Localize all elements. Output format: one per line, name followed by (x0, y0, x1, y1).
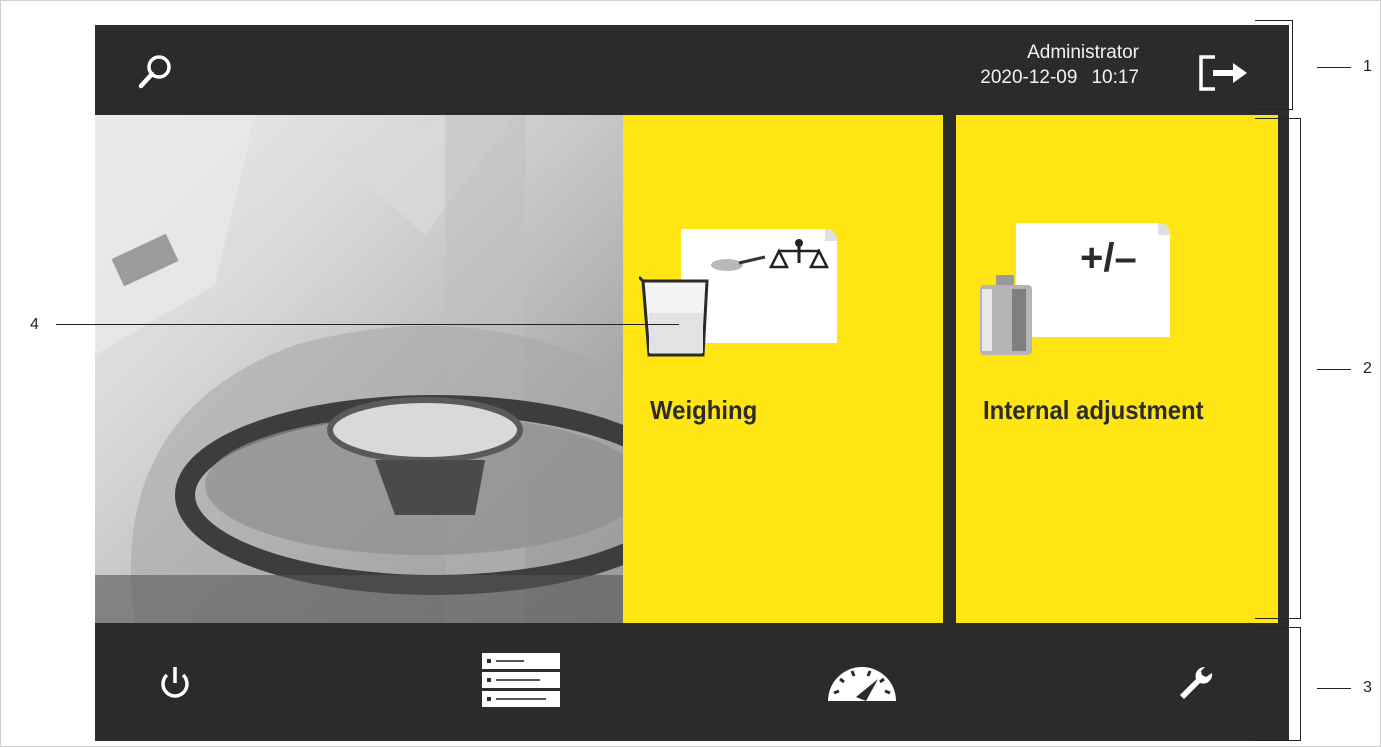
bracket-2-top (1255, 118, 1301, 119)
current-time: 10:17 (1091, 67, 1139, 88)
current-date: 2020-12-09 (980, 67, 1078, 88)
bracket-2-side (1300, 118, 1301, 618)
callout-3-line (1317, 688, 1351, 689)
internal-adjustment-icon: +/– (980, 223, 1170, 355)
bracket-1-side (1292, 20, 1293, 110)
plus-minus-text: +/– (1080, 236, 1137, 280)
bracket-1-bottom (1255, 109, 1293, 110)
user-info: Administrator 2020-12-09 10:17 (980, 41, 1139, 91)
settings-button[interactable] (1175, 663, 1215, 703)
bracket-3-bottom (1255, 740, 1301, 741)
weighing-icon (639, 229, 837, 357)
logout-icon (1199, 55, 1247, 91)
bracket-3-top (1255, 627, 1301, 628)
search-icon (138, 55, 171, 89)
bottom-bar (95, 623, 1289, 741)
balance-screen: Administrator 2020-12-09 10:17 Weighing … (95, 25, 1289, 741)
callout-2: 2 (1363, 360, 1372, 377)
callout-4: 4 (30, 316, 39, 333)
bracket-2-bottom (1255, 618, 1301, 619)
tile-internal-adjustment[interactable]: +/– Internal adjustment (956, 115, 1278, 623)
callout-2-line (1317, 369, 1351, 370)
tile-label-weighing: Weighing (650, 395, 758, 425)
balance-photo-graphic (95, 115, 623, 623)
speedometer-icon (828, 667, 896, 701)
speedometer-button[interactable] (822, 653, 902, 705)
power-icon (161, 667, 189, 698)
task-list-icon (482, 653, 560, 707)
top-bar: Administrator 2020-12-09 10:17 (95, 25, 1289, 115)
wrench-icon (1180, 666, 1213, 699)
callout-1-line (1317, 67, 1351, 68)
standby-button[interactable] (155, 663, 195, 703)
balance-photo (95, 115, 623, 623)
logout-button[interactable] (1195, 53, 1255, 93)
bracket-3-side (1300, 627, 1301, 741)
task-list-button[interactable] (482, 653, 564, 709)
date-time: 2020-12-09 10:17 (980, 65, 1139, 91)
bracket-1-top (1255, 20, 1293, 21)
tile-label-internal-adjustment: Internal adjustment (983, 395, 1204, 425)
callout-3: 3 (1363, 679, 1372, 696)
tile-weighing[interactable]: Weighing (623, 115, 943, 623)
callout-1: 1 (1363, 58, 1372, 75)
callout-4-line (56, 324, 679, 325)
search-button[interactable] (135, 52, 175, 92)
user-name: Administrator (1027, 42, 1139, 63)
